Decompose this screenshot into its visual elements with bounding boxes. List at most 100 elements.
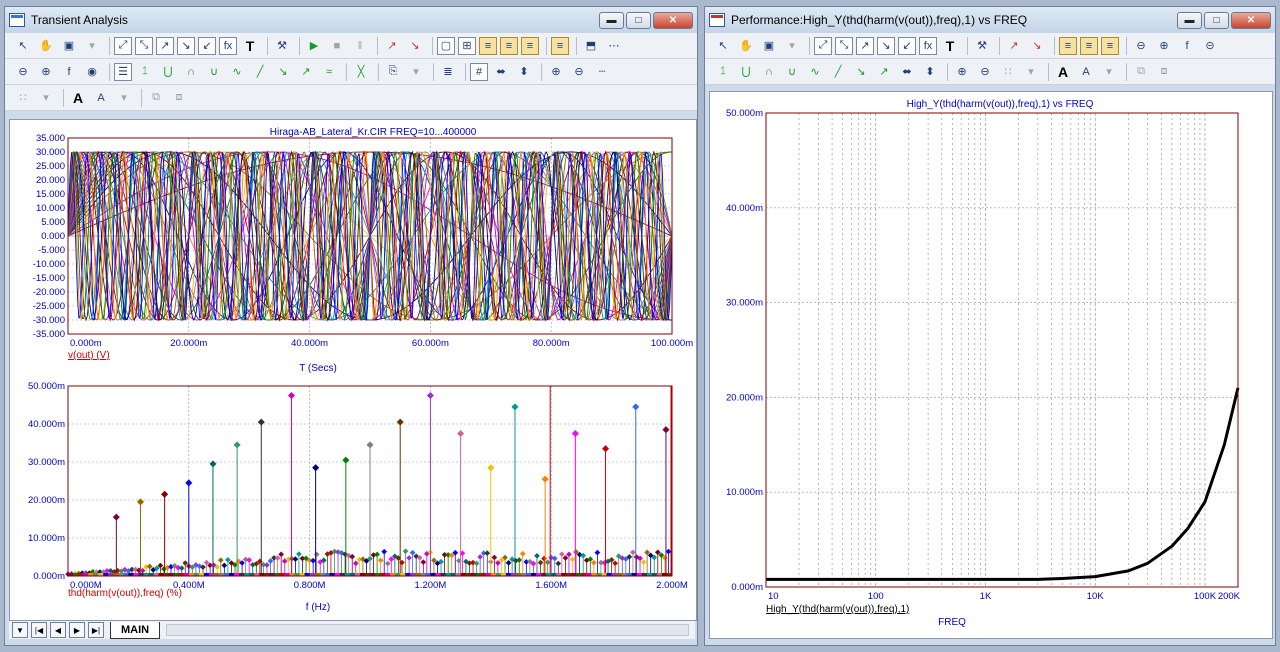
- font-icon[interactable]: A: [68, 88, 88, 108]
- maximize-button[interactable]: □: [1204, 11, 1229, 29]
- split-icon[interactable]: ⬒: [581, 36, 601, 56]
- fx-icon[interactable]: fx: [219, 36, 237, 55]
- zoom-box-icon[interactable]: ⤡: [135, 36, 153, 55]
- table4-icon[interactable]: ≡: [551, 36, 569, 55]
- magnify-icon[interactable]: ⊕: [546, 62, 566, 82]
- grid-icon[interactable]: ⊞: [458, 36, 476, 55]
- pan-icon[interactable]: ✋: [36, 36, 56, 56]
- magnify-icon[interactable]: ⊕: [952, 62, 972, 82]
- scale-icon[interactable]: ⤢: [814, 36, 832, 55]
- demagnify-icon[interactable]: ⊖: [975, 62, 995, 82]
- max-icon[interactable]: ↗: [296, 62, 316, 82]
- zoom-in-icon[interactable]: ⊕: [1154, 36, 1174, 56]
- last-tab-button[interactable]: ▶|: [88, 622, 104, 638]
- dropdown-icon[interactable]: ▾: [1099, 62, 1119, 82]
- fx-zoom-icon[interactable]: f: [1177, 36, 1197, 56]
- peak-find-icon[interactable]: ⥠: [135, 62, 155, 82]
- close-button[interactable]: ✕: [653, 11, 693, 29]
- min-icon[interactable]: ↘: [851, 62, 871, 82]
- circle-icon[interactable]: ◉: [82, 62, 102, 82]
- minimize-button[interactable]: ▬: [599, 11, 624, 29]
- fit-icon[interactable]: ⬌: [491, 62, 511, 82]
- fit2-icon[interactable]: ⬍: [920, 62, 940, 82]
- tangent-icon[interactable]: ↘: [877, 36, 895, 55]
- avg-icon[interactable]: ≈: [319, 62, 339, 82]
- font-icon[interactable]: A: [1053, 62, 1073, 82]
- next-tab-button[interactable]: ▶: [69, 622, 85, 638]
- cursor-icon[interactable]: ↗: [156, 36, 174, 55]
- fit2-icon[interactable]: ⬍: [514, 62, 534, 82]
- grid-dots-icon[interactable]: ∷: [13, 88, 33, 108]
- table1-icon[interactable]: ≡: [1059, 36, 1077, 55]
- stack-icon[interactable]: ⧉: [146, 88, 166, 108]
- cross-icon[interactable]: ╳: [351, 62, 371, 82]
- plot-area[interactable]: Hiraga-AB_Lateral_Kr.CIR FREQ=10...40000…: [9, 119, 697, 621]
- dropdown-icon[interactable]: ▾: [36, 88, 56, 108]
- inflect-icon[interactable]: ∿: [227, 62, 247, 82]
- table3-icon[interactable]: ≡: [1101, 36, 1119, 55]
- dropdown-icon[interactable]: ▾: [1021, 62, 1041, 82]
- slope-icon[interactable]: ╱: [828, 62, 848, 82]
- stack-icon[interactable]: ⧉: [1131, 62, 1151, 82]
- tab-menu-button[interactable]: ▼: [12, 622, 28, 638]
- graph-icon[interactable]: ▣: [759, 36, 779, 56]
- graph-icon[interactable]: ▣: [59, 36, 79, 56]
- dots-icon[interactable]: ⋯: [604, 36, 624, 56]
- peak-find-icon[interactable]: ⥠: [713, 62, 733, 82]
- text-tool-icon[interactable]: T: [940, 36, 960, 56]
- pause-icon[interactable]: ‖: [350, 36, 370, 56]
- dropdown-icon[interactable]: ▾: [82, 36, 102, 56]
- valley-icon[interactable]: ⋃: [736, 62, 756, 82]
- table2-icon[interactable]: ≡: [1080, 36, 1098, 55]
- frame-icon[interactable]: ▢: [437, 36, 455, 55]
- color-icon[interactable]: A: [1076, 62, 1096, 82]
- right-titlebar[interactable]: Performance:High_Y(thd(harm(v(out)),freq…: [705, 7, 1275, 33]
- scale-icon[interactable]: ⤢: [114, 36, 132, 55]
- fx-zoom-icon[interactable]: f: [59, 62, 79, 82]
- pointer-icon[interactable]: ↖: [713, 36, 733, 56]
- text-tool-icon[interactable]: T: [240, 36, 260, 56]
- count-icon[interactable]: #: [470, 62, 488, 81]
- horizontal-scrollbar[interactable]: [166, 624, 689, 636]
- low-icon[interactable]: ∪: [782, 62, 802, 82]
- red-marker-icon[interactable]: ↗: [1004, 36, 1024, 56]
- high-icon[interactable]: ∩: [759, 62, 779, 82]
- unstack-icon[interactable]: ⧈: [1154, 62, 1174, 82]
- ruler-icon[interactable]: ┄: [592, 62, 612, 82]
- red-marker-icon[interactable]: ↗: [382, 36, 402, 56]
- tab-main[interactable]: MAIN: [110, 621, 161, 639]
- cursor-icon[interactable]: ↗: [856, 36, 874, 55]
- dropdown-icon[interactable]: ▾: [406, 62, 426, 82]
- table2-icon[interactable]: ≡: [500, 36, 518, 55]
- fx-icon[interactable]: fx: [919, 36, 937, 55]
- left-titlebar[interactable]: Transient Analysis ▬ □ ✕: [5, 7, 697, 33]
- run-icon[interactable]: ▶: [304, 36, 324, 56]
- color-icon[interactable]: A: [91, 88, 111, 108]
- table1-icon[interactable]: ≡: [479, 36, 497, 55]
- slope-icon[interactable]: ╱: [250, 62, 270, 82]
- first-tab-button[interactable]: |◀: [31, 622, 47, 638]
- clipboard-icon[interactable]: ⎘: [383, 62, 403, 82]
- red-marker2-icon[interactable]: ↘: [1027, 36, 1047, 56]
- tangent-icon[interactable]: ↘: [177, 36, 195, 55]
- stop-icon[interactable]: ■: [327, 36, 347, 56]
- doc-icon[interactable]: ≣: [438, 62, 458, 82]
- performance-plot-area[interactable]: High_Y(thd(harm(v(out)),freq),1) vs FREQ…: [709, 91, 1273, 639]
- zoom-out-icon[interactable]: ⊖: [1131, 36, 1151, 56]
- chart-trace-label[interactable]: High_Y(thd(harm(v(out)),freq),1): [766, 604, 909, 615]
- plot2-trace-label[interactable]: thd(harm(v(out)),freq) (%): [68, 588, 182, 599]
- tool-icon[interactable]: ⚒: [972, 36, 992, 56]
- peak-icon[interactable]: ↙: [198, 36, 216, 55]
- inflect-icon[interactable]: ∿: [805, 62, 825, 82]
- dropdown-icon[interactable]: ▾: [782, 36, 802, 56]
- demagnify-icon[interactable]: ⊖: [569, 62, 589, 82]
- min-icon[interactable]: ↘: [273, 62, 293, 82]
- low-icon[interactable]: ∪: [204, 62, 224, 82]
- zoom-out-icon[interactable]: ⊖: [13, 62, 33, 82]
- max-icon[interactable]: ↗: [874, 62, 894, 82]
- properties-icon[interactable]: ☰: [114, 62, 132, 81]
- high-icon[interactable]: ∩: [181, 62, 201, 82]
- valley-icon[interactable]: ⋃: [158, 62, 178, 82]
- dropdown-icon[interactable]: ▾: [114, 88, 134, 108]
- pointer-icon[interactable]: ↖: [13, 36, 33, 56]
